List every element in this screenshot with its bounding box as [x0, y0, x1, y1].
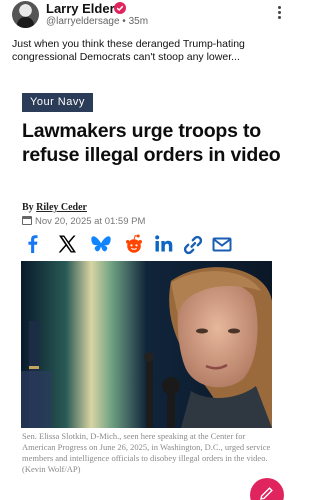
article-author-link[interactable]: Riley Ceder: [36, 202, 87, 213]
author-name[interactable]: Larry Elder: [46, 1, 115, 16]
facebook-icon[interactable]: [22, 232, 44, 256]
x-icon[interactable]: [56, 232, 78, 256]
author-handle[interactable]: @larryeldersage: [46, 16, 120, 27]
photo-caption: Sen. Elissa Slotkin, D-Mich., seen here …: [22, 431, 271, 474]
avatar[interactable]: [12, 1, 39, 28]
post-header: Larry Elder @larryeldersage • 35m: [10, 0, 290, 32]
byline: By Riley Ceder: [22, 202, 87, 213]
post-text: Just when you think these deranged Trump…: [12, 38, 245, 63]
byline-prefix: By: [22, 202, 34, 213]
calendar-icon: [22, 216, 32, 225]
linkedin-icon[interactable]: [153, 232, 175, 256]
compose-icon: [260, 487, 273, 500]
post-time: 35m: [128, 16, 149, 27]
dateline: Nov 20, 2025 at 01:59 PM: [22, 216, 145, 227]
email-icon[interactable]: [211, 232, 233, 256]
publish-date: Nov 20, 2025 at 01:59 PM: [35, 216, 146, 227]
bluesky-icon[interactable]: [90, 232, 112, 256]
more-options-icon[interactable]: [274, 4, 284, 22]
verified-badge-icon: [114, 2, 126, 14]
share-bar: [22, 232, 282, 256]
post-meta: @larryeldersage • 35m: [46, 16, 148, 27]
meta-separator: •: [122, 16, 126, 27]
section-tag[interactable]: Your Navy: [22, 93, 93, 112]
link-preview-card[interactable]: Your Navy Lawmakers urge troops to refus…: [10, 76, 282, 500]
article-photo[interactable]: [21, 261, 272, 428]
article-headline[interactable]: Lawmakers urge troops to refuse illegal …: [22, 119, 282, 167]
link-icon[interactable]: [182, 232, 204, 256]
reddit-icon[interactable]: [123, 232, 145, 256]
